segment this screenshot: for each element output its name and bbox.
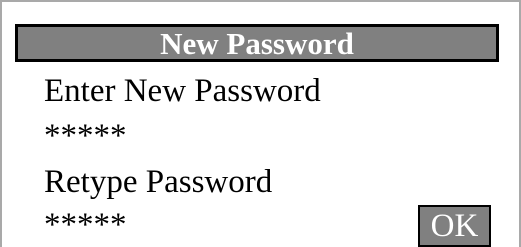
dialog-title: New Password <box>160 25 354 61</box>
retype-password-field[interactable]: ***** <box>44 209 127 242</box>
retype-password-label: Retype Password <box>44 164 273 200</box>
enter-password-label: Enter New Password <box>44 73 321 109</box>
password-screen: New Password Enter New Password ***** Re… <box>0 0 521 247</box>
title-bar: New Password <box>15 24 499 62</box>
ok-button[interactable]: OK <box>418 205 491 247</box>
new-password-field[interactable]: ***** <box>44 120 127 153</box>
